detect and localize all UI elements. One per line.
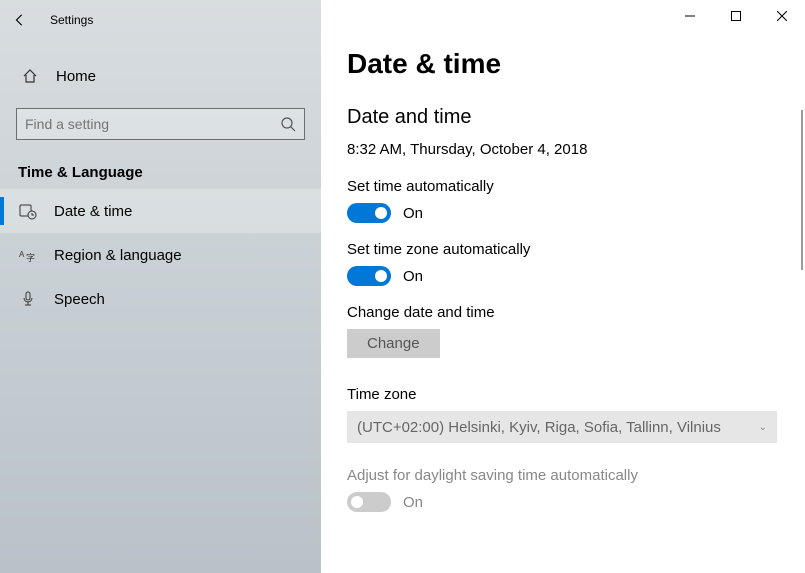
calendar-clock-icon [18,202,38,220]
timezone-dropdown: (UTC+02:00) Helsinki, Kyiv, Riga, Sofia,… [347,411,777,443]
sidebar-item-speech[interactable]: Speech [0,277,321,321]
home-label: Home [56,68,96,85]
home-nav[interactable]: Home [0,56,321,96]
change-dt-label: Change date and time [347,304,791,321]
sidebar-item-label: Speech [54,291,105,308]
sidebar-item-label: Region & language [54,247,182,264]
category-title: Time & Language [18,164,321,181]
timezone-value: (UTC+02:00) Helsinki, Kyiv, Riga, Sofia,… [357,419,721,436]
home-icon [20,68,40,84]
svg-text:字: 字 [26,252,35,263]
set-time-auto-toggle[interactable] [347,203,391,223]
arrow-left-icon [13,13,27,27]
toggle-knob-icon [351,496,363,508]
chevron-down-icon: ⌄ [759,422,767,433]
toggle-knob-icon [375,207,387,219]
scrollbar[interactable] [801,110,803,270]
set-tz-auto-label: Set time zone automatically [347,241,791,258]
dst-toggle [347,492,391,512]
app-title: Settings [50,13,93,27]
toggle-knob-icon [375,270,387,282]
sidebar-item-region-language[interactable]: A字 Region & language [0,233,321,277]
set-time-auto-state: On [403,205,423,222]
microphone-icon [18,291,38,307]
section-title: Date and time [347,106,791,129]
set-time-auto-label: Set time automatically [347,178,791,195]
sidebar-item-label: Date & time [54,203,132,220]
set-tz-auto-state: On [403,268,423,285]
back-button[interactable] [0,0,40,40]
language-icon: A字 [18,246,38,264]
change-button: Change [347,329,440,358]
sidebar: Home Time & Language Date & time A字 Regi… [0,0,321,573]
dst-label: Adjust for daylight saving time automati… [347,467,791,484]
dst-state: On [403,494,423,511]
content-pane: Date & time Date and time 8:32 AM, Thurs… [321,0,805,573]
search-icon [280,116,296,132]
sidebar-nav: Date & time A字 Region & language Speech [0,189,321,321]
sidebar-item-date-time[interactable]: Date & time [0,189,321,233]
search-box[interactable] [16,108,305,140]
search-input[interactable] [25,116,280,132]
set-tz-auto-toggle[interactable] [347,266,391,286]
page-title: Date & time [347,48,791,80]
svg-text:A: A [19,250,25,259]
timezone-label: Time zone [347,386,791,403]
current-datetime: 8:32 AM, Thursday, October 4, 2018 [347,141,791,158]
